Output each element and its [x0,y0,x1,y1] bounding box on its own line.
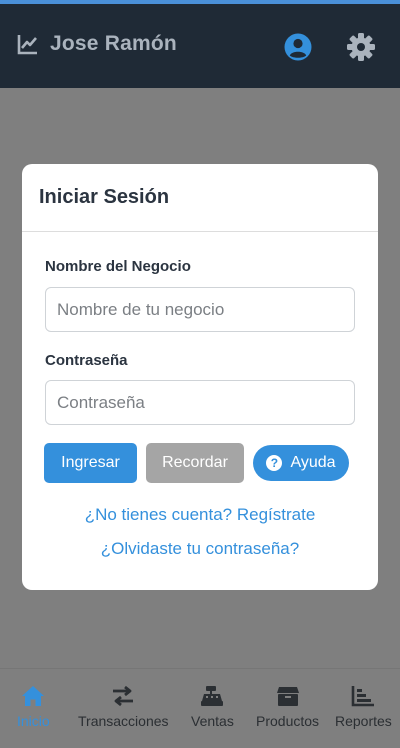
business-name-label: Nombre del Negocio [45,258,191,275]
question-circle-icon: ? [266,455,283,471]
nav-item-label: Inicio [17,713,50,729]
app-title: Jose Ramón [50,32,177,55]
box-icon [276,687,299,706]
user-circle-icon [284,33,312,61]
cash-register-icon [201,686,224,706]
user-profile-button[interactable] [283,32,313,62]
settings-button[interactable] [346,32,376,62]
gear-icon [347,33,375,61]
password-input[interactable] [45,380,355,425]
remind-button[interactable]: Recordar [146,443,244,483]
nav-item-label: Productos [256,713,320,729]
modal-header: Iniciar Sesión [22,164,378,232]
help-button[interactable]: ? Ayuda [253,445,349,481]
modal-title: Iniciar Sesión [39,186,170,208]
nav-item-transacciones[interactable]: Transacciones [78,685,169,729]
password-label: Contraseña [45,352,128,369]
help-button-label: Ayuda [290,454,336,471]
business-name-input[interactable] [45,287,355,332]
register-link[interactable]: ¿No tienes cuenta? Regístrate [22,505,378,525]
nav-item-ventas[interactable]: Ventas [191,685,234,729]
brand: Jose Ramón [16,32,177,56]
exchange-icon [113,685,134,707]
nav-item-reportes[interactable]: Reportes [335,685,392,729]
nav-item-inicio[interactable]: Inicio [17,685,50,729]
forgot-password-link[interactable]: ¿Olvidaste tu contraseña? [22,539,378,559]
nav-item-label: Transacciones [78,713,169,729]
nav-item-productos[interactable]: Productos [256,685,319,729]
app-bar: Jose Ramón [0,4,400,88]
chart-line-icon [17,35,37,55]
nav-item-label: Ventas [191,713,234,729]
login-modal: Iniciar Sesión Nombre del Negocio Contra… [22,164,378,590]
bottom-navigation: Inicio Transacciones Ventas Productos Re… [0,668,400,748]
login-button[interactable]: Ingresar [44,443,137,483]
chart-bar-icon [352,686,375,707]
home-icon [22,686,45,706]
nav-item-label: Reportes [335,713,392,729]
